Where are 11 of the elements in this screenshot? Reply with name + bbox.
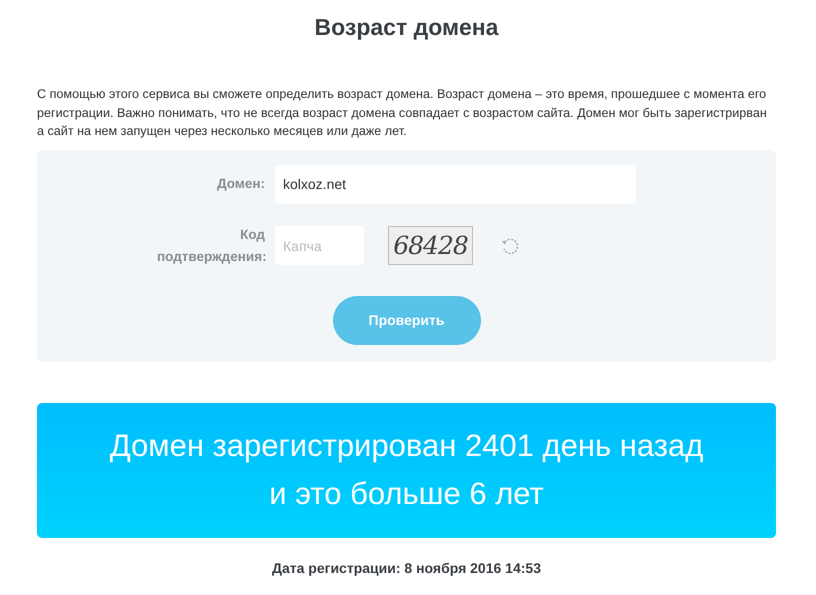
- result-text: и это больше 6 лет: [269, 475, 544, 513]
- domain-label: Домен:: [216, 175, 266, 193]
- domain-input[interactable]: kolxoz.net: [275, 164, 636, 204]
- description-text: С помощью этого сервиса вы сможете определить возраст домена. Возраст домена – это время, прошедшее с момента его регистрации. Важно понимать, что не всегда возраст домена совпадает с возрастом сайта. Домен мог быть зарегистрирван а сайт на нем запущен через несколько месяцев или даже лет.: [37, 86, 768, 140]
- captcha-image: 68428: [388, 226, 473, 265]
- registration-date: Дата регистрации: 8 ноября 2016 14:53: [270, 560, 542, 576]
- page-title: Возраст домена: [314, 14, 500, 41]
- captcha-input[interactable]: Капча: [275, 226, 364, 265]
- refresh-icon[interactable]: [500, 236, 520, 256]
- result-text: Домен зарегистрирован 2401 день назад: [110, 427, 704, 465]
- captcha-label: Код подтверждения:: [156, 226, 268, 266]
